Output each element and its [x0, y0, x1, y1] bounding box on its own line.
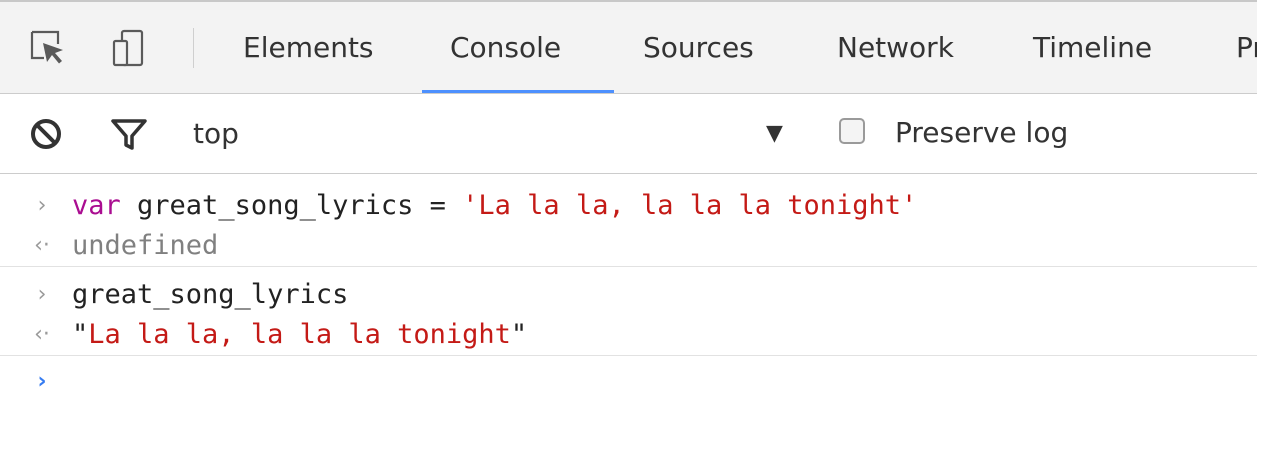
console-output-line: ‹· "La la la, la la la tonight" [0, 315, 1257, 356]
dropdown-arrow-icon[interactable]: ▼ [766, 94, 783, 174]
window-edge [1257, 0, 1267, 454]
execution-context-select[interactable]: top [193, 94, 239, 174]
preserve-log-label[interactable]: Preserve log [895, 94, 1068, 172]
tab-console[interactable]: Console [450, 2, 561, 93]
devtools-window: Elements Console Sources Network Timelin… [0, 0, 1267, 454]
console-toolbar: top ▼ Preserve log [0, 94, 1257, 174]
clear-console-icon[interactable] [26, 114, 66, 154]
code-keyword: var [72, 190, 121, 221]
console-input-line: › var great_song_lyrics = 'La la la, la … [0, 186, 1257, 226]
output-chevron-icon: ‹· [34, 322, 50, 347]
code-string: 'La la la, la la la tonight' [462, 190, 918, 221]
tab-sources[interactable]: Sources [643, 2, 754, 93]
tab-profiles[interactable]: Pr [1236, 2, 1257, 93]
quote-mark: " [510, 319, 528, 350]
code-text: great_song_lyrics = [120, 190, 463, 221]
preserve-log-checkbox[interactable] [839, 118, 865, 144]
inspect-element-icon[interactable] [28, 28, 68, 68]
filter-icon[interactable] [109, 114, 149, 154]
tab-elements[interactable]: Elements [243, 2, 374, 93]
output-string: La la la, la la la tonight [88, 319, 511, 350]
console-input-line: › great_song_lyrics [0, 275, 1257, 315]
quote-mark: " [72, 319, 89, 350]
device-mode-icon[interactable] [110, 28, 150, 68]
console-output-line: ‹· undefined [0, 226, 1257, 267]
tab-separator [193, 28, 194, 68]
prompt-chevron-icon: › [37, 369, 47, 394]
tab-bar-clip: Elements Console Sources Network Timelin… [0, 2, 1257, 94]
console-prompt-line[interactable]: › [0, 362, 1257, 402]
input-chevron-icon: › [37, 193, 47, 218]
console-messages[interactable]: › var great_song_lyrics = 'La la la, la … [0, 174, 1257, 454]
output-value: undefined [72, 230, 219, 261]
input-chevron-icon: › [37, 282, 47, 307]
code-text: great_song_lyrics [72, 279, 349, 310]
output-chevron-icon: ‹· [34, 233, 50, 258]
devtools-tab-bar: Elements Console Sources Network Timelin… [0, 0, 1257, 94]
tab-timeline[interactable]: Timeline [1033, 2, 1152, 93]
active-tab-indicator [422, 90, 614, 93]
tab-network[interactable]: Network [837, 2, 954, 93]
